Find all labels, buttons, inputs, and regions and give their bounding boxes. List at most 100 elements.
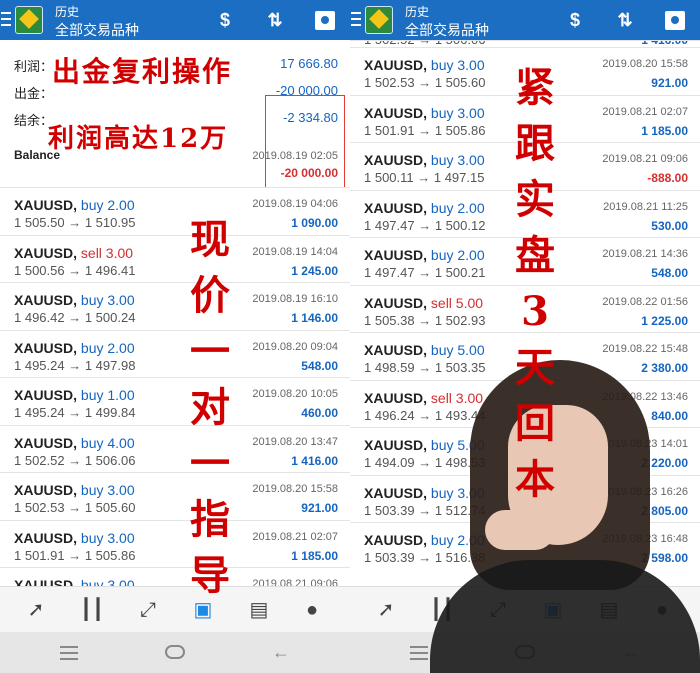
app-logo-icon xyxy=(365,6,393,34)
chart-line-icon[interactable]: ⤢ xyxy=(484,597,512,623)
deal-side: buy 3.00 xyxy=(430,484,485,501)
recent-apps-icon[interactable] xyxy=(410,646,428,664)
deal-row[interactable]: 1 502.52 → 1 506.06 1 416.00 xyxy=(350,40,700,47)
candlestick-icon[interactable]: ┃┃ xyxy=(78,597,106,623)
home-icon[interactable] xyxy=(515,645,535,659)
calendar-icon[interactable] xyxy=(662,8,688,32)
deal-side: buy 5.00 xyxy=(430,437,485,453)
chat-icon[interactable]: ● xyxy=(648,597,676,623)
deal-prices: 1 496.24 → 1 493.44 xyxy=(364,407,486,423)
deal-prices: 1 500.56 → 1 496.41 xyxy=(14,262,136,278)
deal-profit: 1 225.00 xyxy=(641,313,688,328)
menu-icon[interactable] xyxy=(0,8,12,30)
history-inbox-icon[interactable]: ▣ xyxy=(539,597,567,623)
deal-row[interactable]: XAUUSD, buy 2.00 1 503.39 → 1 516.38 2019.… xyxy=(350,522,700,570)
currency-exchange-icon[interactable]: $ xyxy=(212,8,238,32)
chat-icon[interactable]: ● xyxy=(298,597,326,623)
back-icon[interactable]: ← xyxy=(272,642,290,663)
left-screen: 历史 全部交易品种 $ ⇅ 利润： 17 666.80 出金： -20 000.… xyxy=(0,0,350,673)
deal-symbol: XAUUSD, buy 1.00 xyxy=(14,387,135,403)
deal-symbol: XAUUSD, buy 3.00 xyxy=(14,482,135,498)
deal-prices: 1 500.11 → 1 497.15 xyxy=(364,170,485,185)
deal-profit: 2 598.00 xyxy=(641,551,688,565)
deal-side: buy 3.00 xyxy=(430,152,485,168)
deal-prices: 1 502.52 → 1 506.06 xyxy=(14,452,136,468)
deal-profit: 460.00 xyxy=(301,406,338,420)
deal-side: sell 3.00 xyxy=(430,389,484,406)
deal-time: 2019.08.21 09:06 xyxy=(602,153,688,165)
deal-profit: 530.00 xyxy=(651,218,688,233)
calendar-icon[interactable] xyxy=(312,8,338,32)
deal-profit: 840.00 xyxy=(651,408,688,423)
deal-profit: 921.00 xyxy=(301,501,338,515)
deal-prices: 1 496.42 → 1 500.24 xyxy=(14,310,136,325)
deal-side: buy 3.00 xyxy=(430,104,485,121)
deal-time: 2019.08.19 14:04 xyxy=(252,245,338,258)
deal-row[interactable]: XAUUSD, buy 3.00 1 502.53 → 1 505.60 2019.… xyxy=(0,472,350,520)
deal-prices: 1 497.47 → 1 500.21 xyxy=(364,265,486,280)
deal-side: buy 3.00 xyxy=(80,529,135,546)
sort-icon[interactable]: ⇅ xyxy=(612,8,638,32)
deal-profit: 1 416.00 xyxy=(641,40,688,47)
menu-icon[interactable] xyxy=(350,8,362,30)
trade-arrows-icon[interactable]: ➚ xyxy=(372,597,400,623)
overlay-profit-text: 利润高达12万 xyxy=(48,124,229,154)
deal-profit: 548.00 xyxy=(301,358,338,373)
system-nav-bar: ← xyxy=(0,632,350,673)
deal-symbol: XAUUSD, buy 3.00 xyxy=(364,484,485,501)
deal-side: buy 3.00 xyxy=(80,292,135,308)
header-title: 全部交易品种 xyxy=(55,22,139,38)
sort-icon[interactable]: ⇅ xyxy=(262,8,288,32)
home-icon[interactable] xyxy=(165,645,185,659)
deal-symbol: XAUUSD, buy 2.00 xyxy=(14,339,135,356)
news-icon[interactable]: ▤ xyxy=(245,597,273,623)
deal-prices: 1 498.59 → 1 503.35 xyxy=(364,360,486,375)
trade-arrows-icon[interactable]: ➚ xyxy=(22,597,50,623)
currency-exchange-icon[interactable]: $ xyxy=(562,8,588,32)
deal-side: buy 3.00 xyxy=(430,57,485,73)
deal-prices: 1 503.39 → 1 516.38 xyxy=(364,550,486,565)
deal-prices: 1 497.47 → 1 500.12 xyxy=(364,217,486,233)
deal-side: sell 3.00 xyxy=(80,244,134,261)
deal-row[interactable]: XAUUSD, buy 4.00 1 502.52 → 1 506.06 2019.… xyxy=(0,424,350,472)
overlay-withdraw-text: 出金复利操作 xyxy=(52,55,233,88)
deal-row[interactable]: XAUUSD, buy 3.00 1 501.91 → 1 505.86 2019.… xyxy=(0,519,350,567)
deal-time: 2019.08.20 09:04 xyxy=(252,340,338,353)
deal-symbol: XAUUSD, buy 2.00 xyxy=(14,197,135,213)
back-icon[interactable]: ← xyxy=(622,642,640,663)
deal-prices: 1 495.24 → 1 497.98 xyxy=(14,357,136,373)
deal-symbol: XAUUSD, buy 5.00 xyxy=(364,342,485,358)
deal-row[interactable]: XAUUSD, buy 2.00 1 505.50 → 1 510.95 2019.… xyxy=(0,187,350,235)
deal-time: 2019.08.20 15:58 xyxy=(252,483,338,495)
deal-row[interactable]: XAUUSD, buy 2.00 1 495.24 → 1 497.98 2019.… xyxy=(0,329,350,377)
deal-symbol: XAUUSD, sell 5.00 xyxy=(364,294,484,311)
deal-time: 2019.08.20 15:58 xyxy=(602,58,688,70)
deal-time: 2019.08.23 16:26 xyxy=(602,485,688,498)
deal-side: buy 2.00 xyxy=(80,339,135,356)
deal-time: 2019.08.20 13:47 xyxy=(252,435,338,448)
deal-time: 2019.08.20 10:05 xyxy=(252,388,338,400)
deal-prices: 1 505.38 → 1 502.93 xyxy=(364,312,486,328)
deal-side: sell 5.00 xyxy=(430,294,484,311)
bottom-nav: ➚ ┃┃ ⤢ ▣ ▤ ● xyxy=(0,586,350,632)
deal-time: 2019.08.22 13:46 xyxy=(602,390,688,403)
deal-row[interactable]: XAUUSD, sell 3.00 1 500.56 → 1 496.41 2019… xyxy=(0,234,350,282)
news-icon[interactable]: ▤ xyxy=(595,597,623,623)
deal-symbol: XAUUSD, sell 3.00 xyxy=(364,389,484,406)
system-nav-bar: ← xyxy=(350,632,700,673)
bottom-nav: ➚ ┃┃ ⤢ ▣ ▤ ● xyxy=(350,586,700,632)
candlestick-icon[interactable]: ┃┃ xyxy=(428,597,456,623)
app-logo-icon xyxy=(15,6,43,34)
deal-row[interactable]: XAUUSD, buy 3.00 1 496.42 → 1 500.24 2019.… xyxy=(0,282,350,330)
chart-line-icon[interactable]: ⤢ xyxy=(134,597,162,623)
deal-prices: 1 494.09 → 1 498.53 xyxy=(364,455,486,470)
deal-symbol: XAUUSD, buy 2.00 xyxy=(364,532,485,548)
deal-time: 2019.08.22 01:56 xyxy=(602,295,688,308)
deal-time: 2019.08.23 16:48 xyxy=(602,533,688,545)
recent-apps-icon[interactable] xyxy=(60,646,78,664)
deal-row[interactable]: XAUUSD, buy 1.00 1 495.24 → 1 499.84 2019.… xyxy=(0,377,350,425)
deal-profit: 548.00 xyxy=(651,266,688,280)
deal-side: buy 5.00 xyxy=(430,342,485,358)
deal-time: 2019.08.21 11:25 xyxy=(603,200,688,213)
deal-time: 2019.08.21 02:07 xyxy=(602,105,688,118)
